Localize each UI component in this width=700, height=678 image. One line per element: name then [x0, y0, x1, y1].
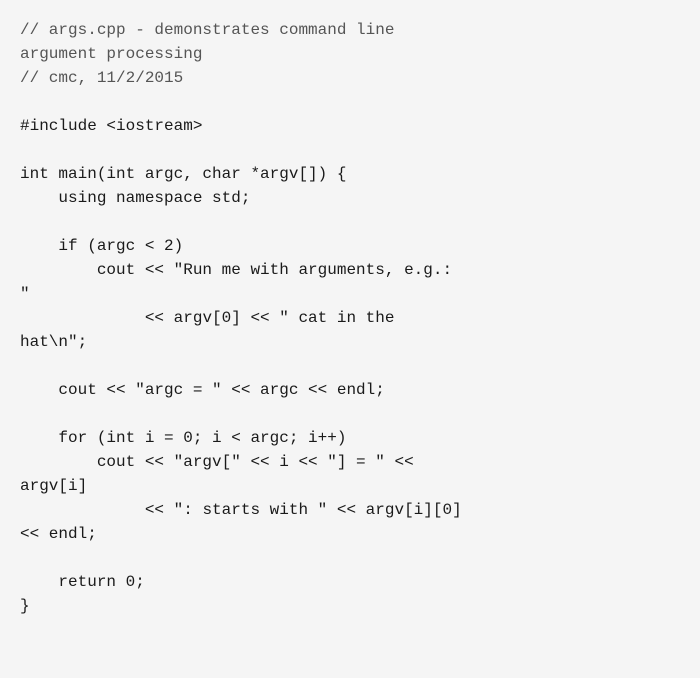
return-zero: return 0; [20, 573, 145, 591]
include-line: #include <iostream> [20, 117, 202, 135]
argv0-cat: << argv[0] << " cat in the [20, 309, 394, 327]
quote-continue: " [20, 285, 30, 303]
cout-run-me: cout << "Run me with arguments, e.g.: [20, 261, 452, 279]
code-block: // args.cpp - demonstrates command line … [20, 18, 680, 618]
main-signature: int main(int argc, char *argv[]) { [20, 165, 346, 183]
cout-argv-bracket: cout << "argv[" << i << "] = " << [20, 453, 414, 471]
for-loop: for (int i = 0; i < argc; i++) [20, 429, 346, 447]
cout-argc: cout << "argc = " << argc << endl; [20, 381, 385, 399]
argv-i-line: argv[i] [20, 477, 87, 495]
if-statement: if (argc < 2) [20, 237, 183, 255]
using-namespace: using namespace std; [20, 189, 250, 207]
code-container: // args.cpp - demonstrates command line … [0, 0, 700, 678]
endl-line: << endl; [20, 525, 97, 543]
starts-with-line: << ": starts with " << argv[i][0] [20, 501, 462, 519]
comment-line1: // args.cpp - demonstrates command line … [20, 21, 394, 87]
closing-brace: } [20, 597, 30, 615]
hat-newline: hat\n"; [20, 333, 87, 351]
